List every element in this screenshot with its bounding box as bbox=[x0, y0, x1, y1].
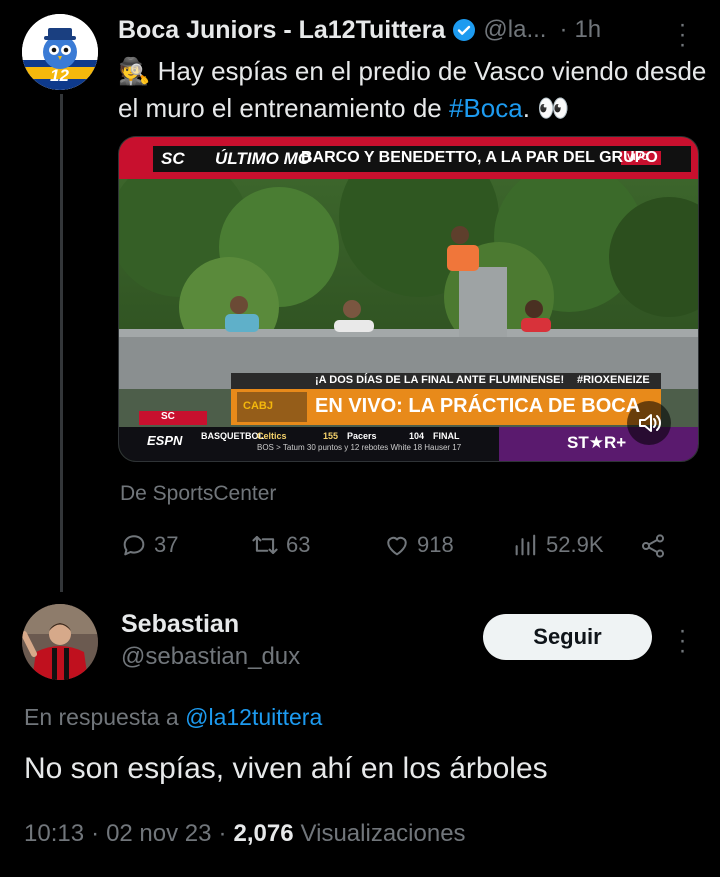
score-detail: BOS > Tatum 30 puntos y 12 rebotes White… bbox=[257, 443, 462, 452]
like-button[interactable]: 918 bbox=[383, 531, 454, 559]
heart-icon bbox=[383, 531, 411, 559]
live-badge: VIVO bbox=[627, 152, 649, 162]
ticker-label: ÚLTIMO MO bbox=[215, 149, 311, 168]
avatar-number: 12 bbox=[50, 66, 69, 85]
retweet-count: 63 bbox=[286, 532, 311, 557]
video-hashtag-banner: #RIOXENEIZE bbox=[577, 374, 650, 386]
share-button[interactable] bbox=[639, 532, 667, 565]
author-name[interactable]: Boca Juniors - La12Tuittera bbox=[118, 16, 445, 45]
score-status: FINAL bbox=[433, 431, 460, 441]
meta-separator-2: · bbox=[218, 820, 227, 847]
author-handle[interactable]: @la... bbox=[483, 16, 546, 44]
avatar-boca[interactable]: 12 bbox=[22, 14, 98, 90]
reply-icon bbox=[120, 531, 148, 559]
score-value2: 104 bbox=[409, 431, 425, 441]
hashtag-link[interactable]: #Boca bbox=[449, 93, 523, 123]
video-subtitle: ¡A DOS DÍAS DE LA FINAL ANTE FLUMINENSE! bbox=[315, 374, 565, 386]
espn-logo: ESPN bbox=[147, 433, 183, 448]
reply-date[interactable]: 02 nov 23 bbox=[106, 820, 211, 848]
score-value1: 155 bbox=[323, 431, 339, 441]
in-reply-handle-link[interactable]: @la12tuittera bbox=[185, 704, 322, 730]
reply-author-handle[interactable]: @sebastian_dux bbox=[121, 643, 300, 671]
in-reply-to: En respuesta a @la12tuittera bbox=[24, 704, 322, 731]
club-badge: CABJ bbox=[243, 400, 273, 412]
tweet-text-part2: . 👀 bbox=[522, 93, 570, 123]
share-icon bbox=[639, 532, 667, 560]
reply-author-name[interactable]: Sebastian bbox=[121, 610, 239, 639]
volume-icon[interactable] bbox=[637, 411, 663, 440]
score-team1: Celtics bbox=[257, 431, 287, 441]
in-reply-prefix: En respuesta a bbox=[24, 704, 186, 730]
meta-separator-1: · bbox=[91, 820, 100, 847]
sc-small-logo: SC bbox=[161, 411, 175, 422]
tweet-header: Boca Juniors - La12Tuittera @la... · 1h bbox=[118, 15, 601, 45]
tweet-time[interactable]: 1h bbox=[574, 16, 601, 44]
like-count: 918 bbox=[417, 532, 454, 557]
avatar-sebastian[interactable] bbox=[22, 604, 98, 680]
video-main-banner: EN VIVO: LA PRÁCTICA DE BOCA bbox=[315, 395, 641, 417]
views-count: 52.9K bbox=[546, 532, 604, 557]
reply-more-options-icon[interactable]: · · · bbox=[672, 619, 692, 663]
follow-button[interactable]: Seguir bbox=[483, 614, 652, 660]
verified-icon bbox=[452, 18, 476, 42]
reply-views-count: 2,076 bbox=[233, 820, 294, 847]
ticker-brand: SC bbox=[161, 149, 185, 168]
star-plus-logo: ST★R+ bbox=[567, 433, 627, 452]
views-button[interactable]: 52.9K bbox=[512, 531, 604, 559]
thread-line bbox=[60, 94, 63, 592]
sebastian-avatar-image bbox=[22, 604, 98, 680]
retweet-button[interactable]: 63 bbox=[250, 531, 310, 559]
reply-views-label: Visualizaciones bbox=[300, 820, 466, 847]
more-options-icon[interactable]: · · · bbox=[672, 13, 692, 57]
tweet-media-video[interactable]: SC ÚLTIMO MO BARCO Y BENEDETTO, A LA PAR… bbox=[118, 136, 699, 462]
media-source[interactable]: De SportsCenter bbox=[120, 482, 276, 506]
detective-emoji: 🕵 bbox=[118, 56, 151, 86]
score-category: BASQUETBOL bbox=[201, 431, 264, 441]
tweet-text-part1: Hay espías en el predio de Vasco viendo … bbox=[118, 56, 707, 123]
retweet-icon bbox=[250, 531, 280, 559]
reply-time[interactable]: 10:13 bbox=[24, 820, 84, 848]
time-separator: · bbox=[559, 16, 568, 43]
tweet-text: 🕵 Hay espías en el predio de Vasco viend… bbox=[118, 53, 708, 127]
ticker-headline: BARCO Y BENEDETTO, A LA PAR DEL GRUPO bbox=[301, 149, 658, 166]
analytics-icon bbox=[512, 531, 540, 559]
reply-text: No son espías, viven ahí en los árboles bbox=[24, 752, 548, 785]
reply-button[interactable]: 37 bbox=[120, 531, 178, 559]
reply-count: 37 bbox=[154, 532, 179, 557]
reply-meta: 10:13 · 02 nov 23 · 2,076 Visualizacione… bbox=[24, 820, 466, 848]
score-team2: Pacers bbox=[347, 431, 377, 441]
